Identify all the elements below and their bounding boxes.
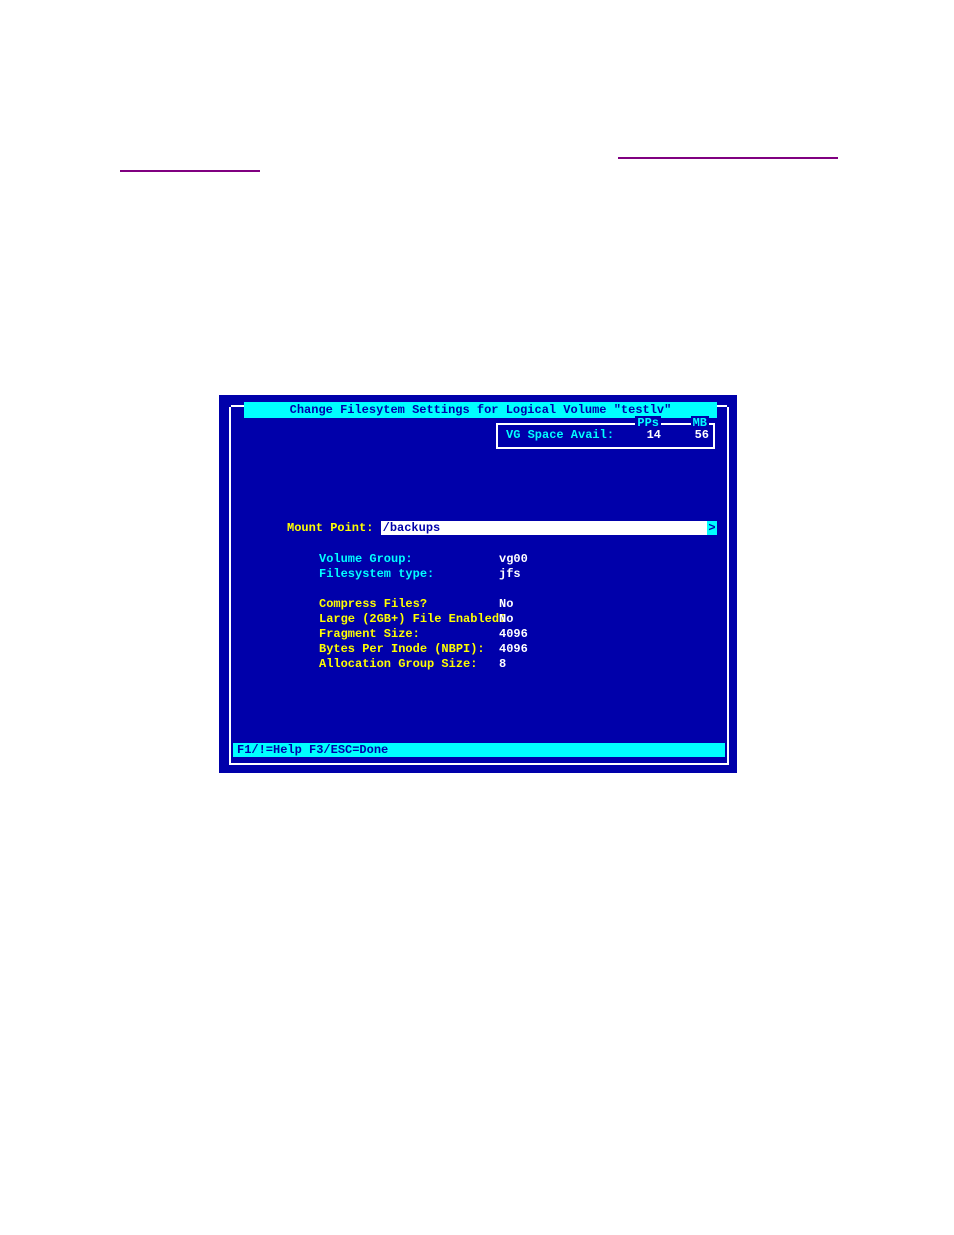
field-value: jfs (499, 567, 521, 581)
vg-space-label: VG Space Avail: (506, 428, 614, 442)
field-value[interactable]: 4096 (499, 642, 528, 656)
field-label[interactable]: Allocation Group Size: (319, 657, 499, 671)
field-row: Allocation Group Size:8 (319, 657, 506, 671)
decorative-line-right (618, 157, 838, 159)
field-row: Compress Files?No (319, 597, 513, 611)
field-label: Volume Group: (319, 552, 499, 566)
field-row: Large (2GB+) File Enabled?No (319, 612, 513, 626)
window-border (229, 407, 729, 765)
field-row: Bytes Per Inode (NBPI):4096 (319, 642, 528, 656)
decorative-line-left (120, 170, 260, 172)
field-label[interactable]: Compress Files? (319, 597, 499, 611)
mount-point-row: Mount Point: /backups > (287, 521, 717, 535)
field-label[interactable]: Bytes Per Inode (NBPI): (319, 642, 499, 656)
field-label[interactable]: Fragment Size: (319, 627, 499, 641)
field-label: Filesystem type: (319, 567, 499, 581)
mount-point-input[interactable]: /backups (381, 521, 707, 535)
field-value[interactable]: 4096 (499, 627, 528, 641)
help-bar: F1/!=Help F3/ESC=Done (233, 743, 725, 757)
field-value[interactable]: No (499, 612, 513, 626)
field-value[interactable]: No (499, 597, 513, 611)
field-value: vg00 (499, 552, 528, 566)
vg-mb-value: 56 (695, 428, 709, 442)
terminal-window: Change Filesytem Settings for Logical Vo… (219, 395, 737, 773)
field-row: Fragment Size:4096 (319, 627, 528, 641)
field-row: Filesystem type:jfs (319, 567, 521, 581)
mount-point-label: Mount Point: (287, 521, 381, 535)
vg-space-box: VG Space Avail: PPs MB 14 56 (496, 423, 715, 449)
field-row: Volume Group:vg00 (319, 552, 528, 566)
scroll-right-icon[interactable]: > (707, 521, 717, 535)
field-value[interactable]: 8 (499, 657, 506, 671)
vg-pps-value: 14 (647, 428, 661, 442)
field-label[interactable]: Large (2GB+) File Enabled? (319, 612, 499, 626)
